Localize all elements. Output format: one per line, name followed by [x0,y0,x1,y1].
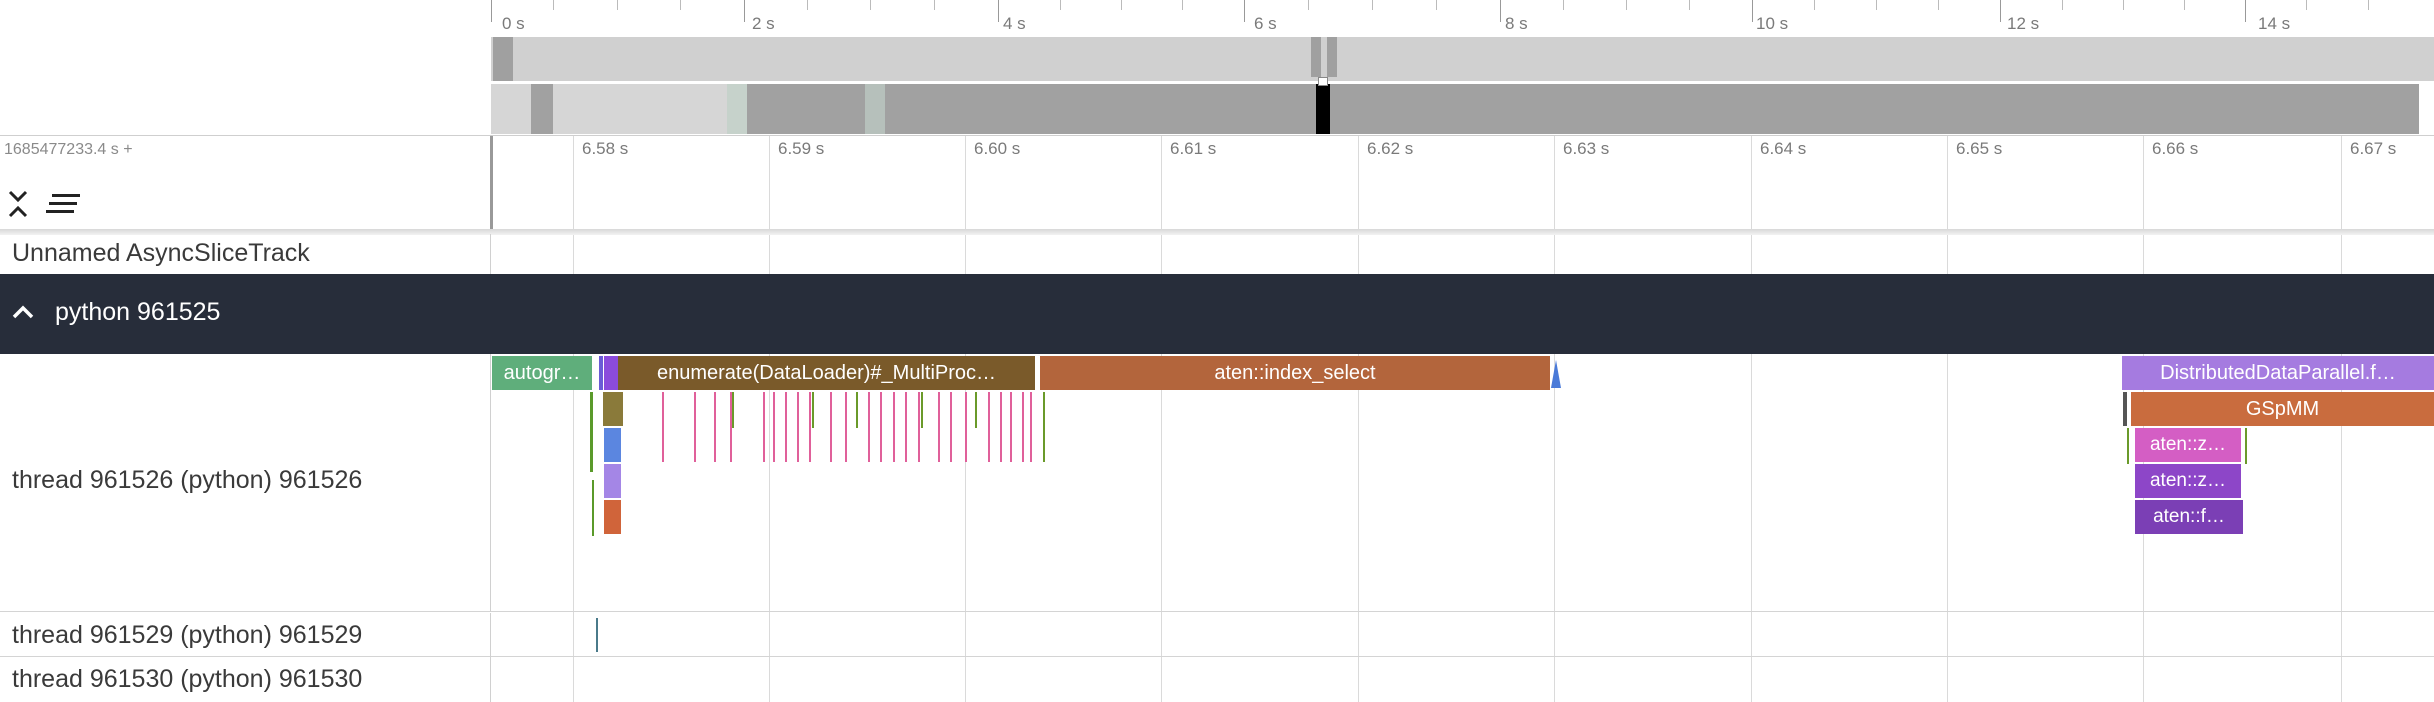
slice-marker[interactable] [950,392,952,462]
slice-marker[interactable] [785,392,787,462]
timeline-tick-label: 6.58 s [582,139,629,158]
thread-track-961530[interactable]: thread 961530 (python) 961530 [0,657,2434,702]
thread-track-961529[interactable]: thread 961529 (python) 961529 [0,613,2434,657]
slice-marker[interactable] [893,392,895,462]
timeline-tick-label: 6.61 s [1170,139,1217,158]
timeline-tick-label: 6.67 s [2350,139,2397,158]
track-title: thread 961529 (python) 961529 [12,621,363,649]
process-group-header[interactable]: python 961525 [0,274,2434,354]
slice-marker[interactable] [809,392,811,462]
overview-block [1311,37,1321,77]
timeline-tick-label: 6.66 s [2152,139,2199,158]
slice-marker[interactable] [694,392,696,462]
timeline-tick-label: 6.59 s [778,139,825,158]
slice-marker[interactable] [1000,392,1002,462]
slice-marker[interactable] [918,392,920,462]
slice-marker[interactable] [880,392,882,462]
timeline-tick-label: 6.60 s [974,139,1021,158]
track-title: thread 961526 (python) 961526 [12,466,363,494]
async-slice-track[interactable]: Unnamed AsyncSliceTrack [0,234,2434,274]
slice-marker[interactable] [921,392,923,428]
slice-marker[interactable] [763,392,765,462]
slice-marker[interactable] [868,392,870,462]
overview-tick-label: 12 s [2007,14,2040,33]
slice-marker[interactable] [596,618,598,652]
chevron-up-icon[interactable] [10,302,36,322]
slice-enumerate-dataloader[interactable]: enumerate(DataLoader)#_MultiProc… [618,356,1035,390]
overview-tick-label: 6 s [1254,14,1277,33]
slice-marker[interactable] [812,392,814,428]
slice-aten-z-2[interactable]: aten::z… [2135,464,2241,498]
overview-row-1 [491,37,2434,81]
overview-tick-label: 4 s [1003,14,1026,33]
slice-aten-f[interactable]: aten::f… [2135,500,2243,534]
slice-marker[interactable] [2127,428,2129,464]
slice-marker[interactable] [604,356,618,390]
slice-marker[interactable] [856,392,858,428]
overview-block [491,84,531,134]
slice-marker[interactable] [938,392,940,462]
slice-marker[interactable] [1010,392,1012,462]
slice-marker[interactable] [590,392,593,472]
slice-marker[interactable] [1030,392,1032,462]
slice-marker[interactable] [2245,428,2247,464]
overview-panel[interactable]: 0 s 2 s 4 s 6 s 8 s 10 s 12 s 14 s [0,0,2434,136]
overview-block [553,84,727,134]
overview-tick-label: 14 s [2258,14,2291,33]
overview-tick-label: 10 s [1756,14,1789,33]
overview-tick-label: 2 s [752,14,775,33]
slice-aten-index-select[interactable]: aten::index_select [1040,356,1550,390]
slice-aten-z-1[interactable]: aten::z… [2135,428,2241,462]
slice-marker[interactable] [714,392,716,462]
slice-gspmm[interactable]: GSpMM [2131,392,2434,426]
overview-row-2 [491,84,2419,134]
slice-marker[interactable] [1043,392,1045,462]
slice-marker[interactable] [965,392,967,462]
slice-marker[interactable] [797,392,799,462]
overview-block [865,84,885,134]
overview-block [493,37,513,81]
slice-marker[interactable] [830,392,832,462]
time-axis-header: 1685477233.4 s + [0,136,2434,231]
slice-marker[interactable] [599,356,603,390]
slice-marker[interactable] [1551,360,1561,388]
slice-marker[interactable] [603,392,623,426]
track-title: Unnamed AsyncSliceTrack [12,239,310,267]
slice-marker[interactable] [773,392,775,462]
slice-marker[interactable] [845,392,847,462]
overview-viewport-handle[interactable] [1318,77,1328,86]
thread-track-961526[interactable]: thread 961526 (python) 961526 autogr… en… [0,354,2434,612]
slice-marker[interactable] [604,428,621,462]
timeline-tick-label: 6.63 s [1563,139,1610,158]
slice-marker[interactable] [604,500,621,534]
timestamp-offset: 1685477233.4 s + [4,141,133,158]
track-title: thread 961530 (python) 961530 [12,665,363,693]
slice-autograd[interactable]: autogr… [492,356,592,390]
slice-distributed-data-parallel[interactable]: DistributedDataParallel.f… [2122,356,2434,390]
overview-block [727,84,747,134]
slice-marker[interactable] [988,392,990,462]
timeline-tick-label: 6.64 s [1760,139,1807,158]
slice-marker[interactable] [592,480,594,536]
overview-tick-label: 0 s [502,14,525,33]
slice-marker[interactable] [905,392,907,462]
overview-tick-label: 8 s [1505,14,1528,33]
slice-marker[interactable] [1022,392,1024,462]
slice-marker[interactable] [2123,392,2127,426]
sort-lines-icon[interactable] [46,192,82,216]
timeline-tick-label: 6.62 s [1367,139,1414,158]
slice-marker[interactable] [604,464,621,498]
slice-marker[interactable] [662,392,664,462]
slice-marker[interactable] [732,392,734,428]
overview-block [1316,84,1330,134]
overview-block [1327,37,1337,77]
process-group-title: python 961525 [55,298,221,326]
collapse-all-icon[interactable] [6,186,30,222]
slice-marker[interactable] [975,392,977,428]
timeline-tick-label: 6.65 s [1956,139,2003,158]
